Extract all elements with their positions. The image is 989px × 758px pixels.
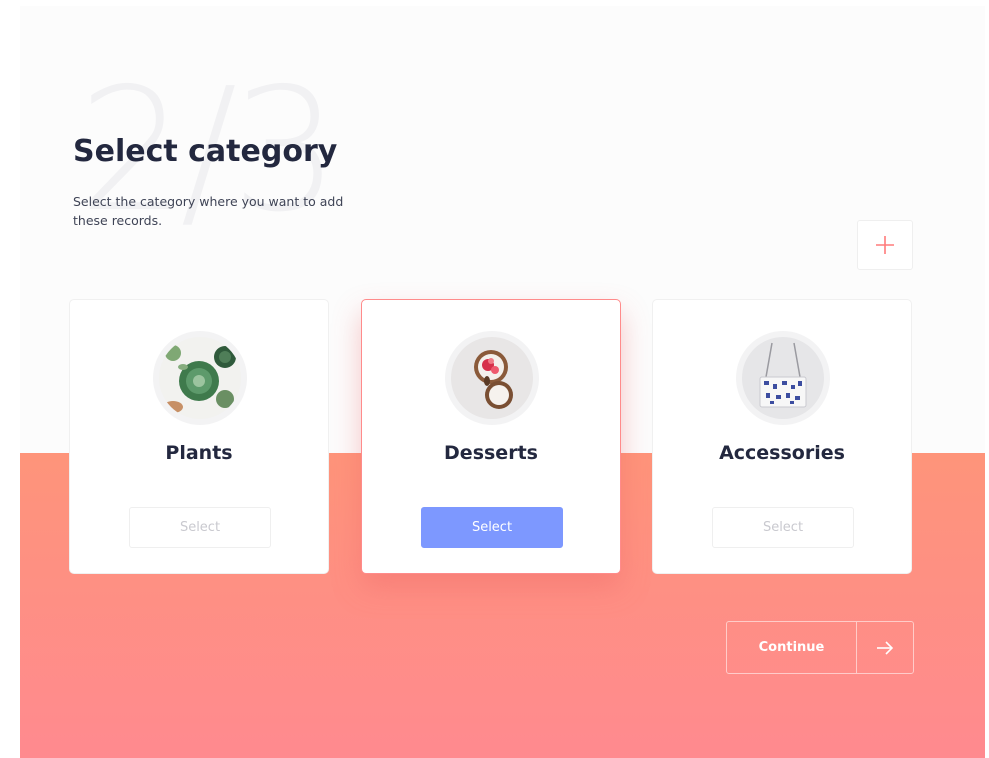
plus-icon <box>876 236 894 254</box>
plants-image <box>159 337 241 419</box>
page-title: Select category <box>73 134 338 169</box>
category-title: Desserts <box>444 442 538 464</box>
category-card-desserts[interactable]: Desserts Select <box>361 299 621 574</box>
category-title: Plants <box>165 442 233 464</box>
continue-button[interactable]: Continue <box>727 622 857 673</box>
arrow-right-icon <box>877 640 894 655</box>
select-plants-button[interactable]: Select <box>129 507 271 548</box>
select-accessories-button[interactable]: Select <box>712 507 854 548</box>
select-desserts-button[interactable]: Select <box>421 507 563 548</box>
category-card-plants[interactable]: Plants Select <box>69 299 329 574</box>
continue-button-group: Continue <box>726 621 914 674</box>
category-title: Accessories <box>719 442 845 464</box>
category-image-desserts <box>445 331 539 425</box>
category-card-accessories[interactable]: Accessories Select <box>652 299 912 574</box>
next-arrow-button[interactable] <box>857 622 913 673</box>
category-image-plants <box>153 331 247 425</box>
add-category-button[interactable] <box>857 220 913 270</box>
category-image-accessories <box>736 331 830 425</box>
page: 2/3 Select category Select the category … <box>20 6 985 758</box>
desserts-image <box>451 337 533 419</box>
page-subtitle: Select the category where you want to ad… <box>73 194 344 228</box>
accessories-image <box>742 337 824 419</box>
